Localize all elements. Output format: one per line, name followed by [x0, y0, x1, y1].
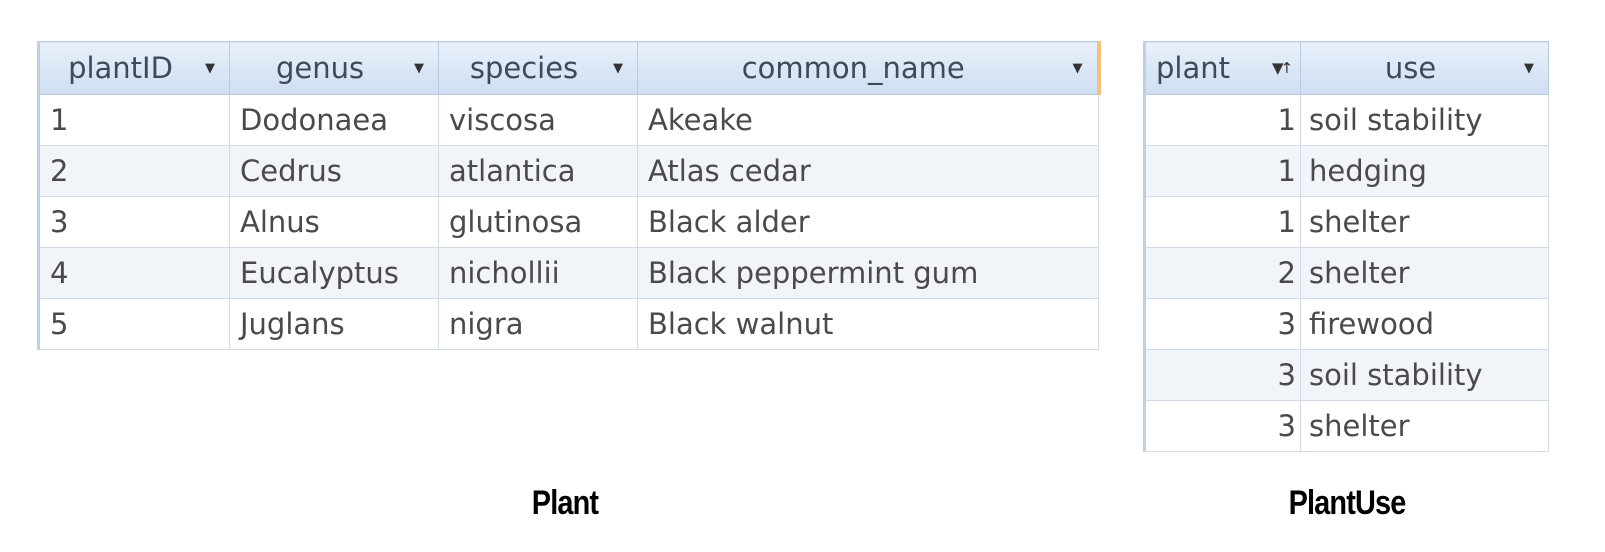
- cell-species[interactable]: atlantica: [438, 145, 638, 197]
- table-row[interactable]: 1 hedging: [1143, 145, 1549, 197]
- cell-common-name[interactable]: Atlas cedar: [637, 145, 1099, 197]
- column-header-species[interactable]: species ▼: [438, 41, 638, 95]
- table-row[interactable]: 1 Dodonaea viscosa Akeake: [37, 94, 1099, 146]
- cell-use[interactable]: firewood: [1300, 298, 1549, 350]
- table-row[interactable]: 3 shelter: [1143, 400, 1549, 452]
- cell-species[interactable]: nigra: [438, 298, 638, 350]
- sort-ascending-icon[interactable]: ▼↑: [1272, 59, 1293, 77]
- column-header-plant[interactable]: plant ▼↑: [1143, 41, 1301, 95]
- cell-genus[interactable]: Alnus: [229, 196, 439, 248]
- cell-plant[interactable]: 1: [1143, 196, 1301, 248]
- table-row[interactable]: 1 shelter: [1143, 196, 1549, 248]
- cell-plant[interactable]: 1: [1143, 94, 1301, 146]
- cell-common-name[interactable]: Black peppermint gum: [637, 247, 1099, 299]
- table-row[interactable]: 2 Cedrus atlantica Atlas cedar: [37, 145, 1099, 197]
- cell-plant[interactable]: 3: [1143, 298, 1301, 350]
- plantuse-datasheet: plant ▼↑ use ▼ 1 soil stability 1 hedging …: [1143, 41, 1549, 452]
- table-row[interactable]: 1 soil stability: [1143, 94, 1549, 146]
- cell-common-name[interactable]: Akeake: [637, 94, 1099, 146]
- table-row[interactable]: 3 soil stability: [1143, 349, 1549, 401]
- table-row[interactable]: 3 Alnus glutinosa Black alder: [37, 196, 1099, 248]
- cell-common-name[interactable]: Black walnut: [637, 298, 1099, 350]
- cell-plant[interactable]: 2: [1143, 247, 1301, 299]
- cell-use[interactable]: hedging: [1300, 145, 1549, 197]
- cell-plant[interactable]: 1: [1143, 145, 1301, 197]
- cell-plantid[interactable]: 4: [37, 247, 230, 299]
- cell-genus[interactable]: Juglans: [229, 298, 439, 350]
- dropdown-arrow-icon[interactable]: ▼: [1520, 61, 1538, 76]
- cell-plantid[interactable]: 2: [37, 145, 230, 197]
- column-header-common-name[interactable]: common_name ▼: [637, 41, 1101, 95]
- dropdown-arrow-icon[interactable]: ▼: [201, 61, 219, 76]
- column-header-label: use: [1384, 51, 1437, 85]
- dropdown-arrow-icon[interactable]: ▼: [609, 61, 627, 76]
- cell-genus[interactable]: Eucalyptus: [229, 247, 439, 299]
- cell-plantid[interactable]: 3: [37, 196, 230, 248]
- cell-species[interactable]: glutinosa: [438, 196, 638, 248]
- table-row[interactable]: 5 Juglans nigra Black walnut: [37, 298, 1099, 350]
- cell-use[interactable]: soil stability: [1300, 349, 1549, 401]
- plantuse-header-row: plant ▼↑ use ▼: [1143, 41, 1549, 95]
- cell-use[interactable]: soil stability: [1300, 94, 1549, 146]
- cell-genus[interactable]: Dodonaea: [229, 94, 439, 146]
- table-row[interactable]: 4 Eucalyptus nichollii Black peppermint …: [37, 247, 1099, 299]
- cell-common-name[interactable]: Black alder: [637, 196, 1099, 248]
- column-header-label: plantID: [68, 51, 173, 85]
- column-header-label: plant: [1156, 51, 1230, 85]
- plant-datasheet: plantID ▼ genus ▼ species ▼ common_name ▼ 1 …: [37, 41, 1101, 350]
- column-header-genus[interactable]: genus ▼: [229, 41, 439, 95]
- column-header-label: genus: [275, 51, 365, 85]
- cell-species[interactable]: nichollii: [438, 247, 638, 299]
- cell-use[interactable]: shelter: [1300, 247, 1549, 299]
- cell-genus[interactable]: Cedrus: [229, 145, 439, 197]
- plantuse-table-caption: PlantUse: [1288, 484, 1407, 522]
- column-header-plantid[interactable]: plantID ▼: [37, 41, 230, 95]
- cell-plant[interactable]: 3: [1143, 400, 1301, 452]
- cell-plantid[interactable]: 1: [37, 94, 230, 146]
- plant-table-caption: Plant: [531, 484, 599, 522]
- table-row[interactable]: 2 shelter: [1143, 247, 1549, 299]
- table-row[interactable]: 3 firewood: [1143, 298, 1549, 350]
- cell-use[interactable]: shelter: [1300, 400, 1549, 452]
- dropdown-arrow-icon[interactable]: ▼: [1069, 61, 1087, 76]
- dropdown-arrow-icon[interactable]: ▼: [410, 61, 428, 76]
- cell-plantid[interactable]: 5: [37, 298, 230, 350]
- column-header-label: species: [469, 51, 579, 85]
- column-header-label: common_name: [741, 51, 965, 85]
- cell-plant[interactable]: 3: [1143, 349, 1301, 401]
- column-header-use[interactable]: use ▼: [1300, 41, 1549, 95]
- plant-header-row: plantID ▼ genus ▼ species ▼ common_name ▼: [37, 41, 1101, 95]
- cell-use[interactable]: shelter: [1300, 196, 1549, 248]
- cell-species[interactable]: viscosa: [438, 94, 638, 146]
